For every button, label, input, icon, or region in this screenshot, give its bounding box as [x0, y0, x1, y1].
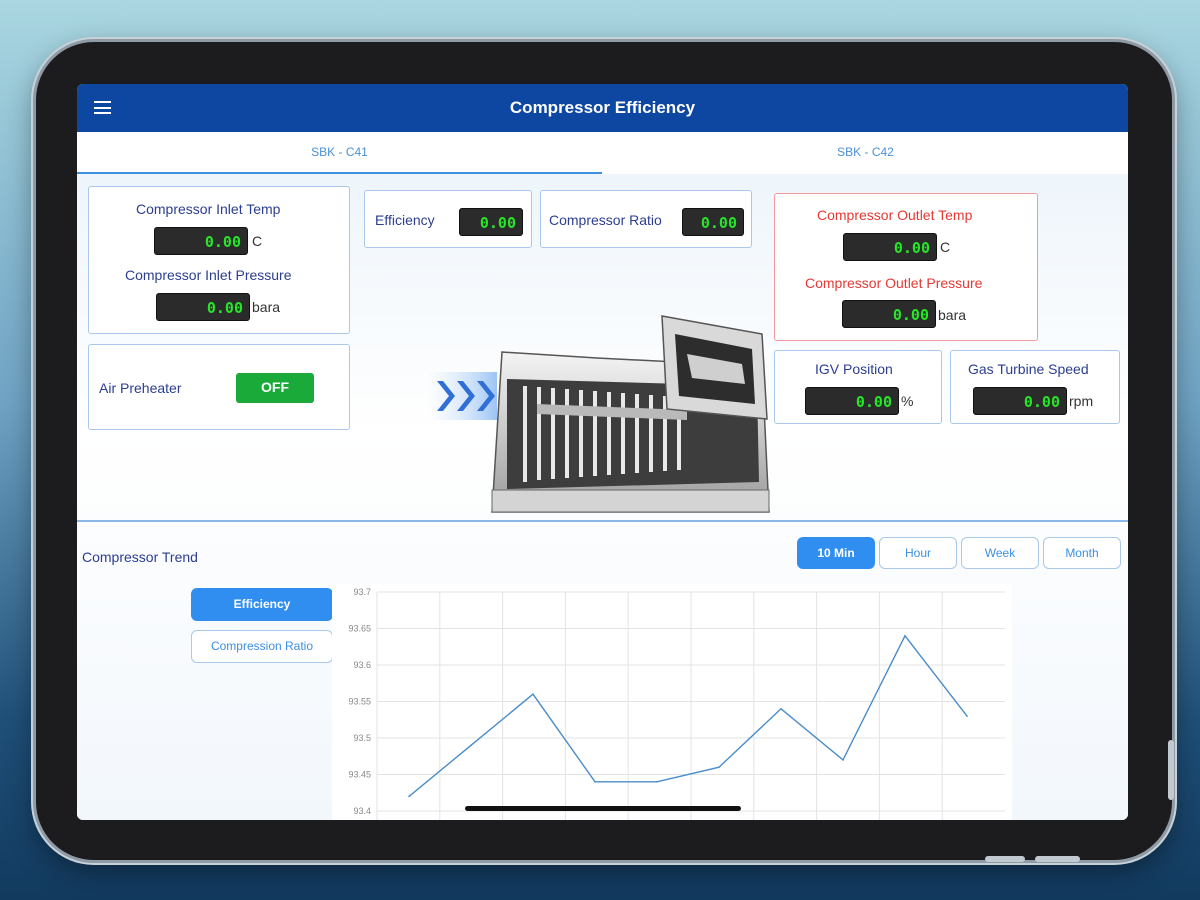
efficiency-readout: 0.00 [459, 208, 523, 236]
efficiency-data-point [718, 766, 720, 768]
igv-position-panel: IGV Position 0.00 % [774, 350, 942, 424]
y-tick-label: 93.6 [353, 660, 371, 670]
efficiency-data-point [966, 715, 968, 717]
efficiency-data-point [842, 759, 844, 761]
section-divider [77, 520, 1128, 522]
efficiency-label: Efficiency [375, 212, 435, 228]
outlet-temp-unit: C [940, 239, 951, 255]
efficiency-data-point [408, 795, 410, 798]
range-10-min-button[interactable]: 10 Min [797, 537, 875, 569]
range-hour-button[interactable]: Hour [879, 537, 957, 569]
compressor-ratio-panel: Compressor Ratio 0.00 [540, 190, 752, 248]
inlet-panel: Compressor Inlet Temp 0.00 C Compressor … [88, 186, 350, 334]
efficiency-data-point [594, 781, 596, 783]
trend-chart: 93.393.3593.493.4593.593.5593.693.6593.7… [332, 584, 1012, 820]
series-efficiency-button[interactable]: Efficiency [191, 588, 333, 621]
home-indicator[interactable] [465, 806, 741, 811]
tab-sbk-c42[interactable]: SBK - C42 [603, 132, 1128, 174]
gas-turbine-speed-panel: Gas Turbine Speed 0.00 rpm [950, 350, 1120, 424]
outlet-temp-readout: 0.00 [843, 233, 937, 261]
outlet-pressure-label: Compressor Outlet Pressure [805, 275, 983, 291]
inlet-pressure-unit: bara [252, 299, 281, 315]
inlet-pressure-readout: 0.00 [156, 293, 250, 321]
igv-position-readout: 0.00 [805, 387, 899, 415]
tablet-bottom-button [985, 856, 1025, 862]
gas-turbine-speed-unit: rpm [1069, 393, 1094, 409]
unit-tabs: SBK - C41 SBK - C42 [77, 132, 1128, 174]
efficiency-data-point [780, 708, 782, 710]
y-tick-label: 93.65 [348, 624, 371, 634]
inlet-temp-readout: 0.00 [154, 227, 248, 255]
inlet-temp-label: Compressor Inlet Temp [136, 201, 281, 217]
air-preheater-label: Air Preheater [99, 380, 182, 396]
compressor-illustration [357, 254, 846, 519]
compressor-ratio-label: Compressor Ratio [549, 212, 662, 228]
igv-position-unit: % [901, 393, 914, 409]
app-bar: Compressor Efficiency [77, 84, 1128, 132]
igv-position-label: IGV Position [815, 361, 893, 377]
outlet-temp-label: Compressor Outlet Temp [817, 207, 973, 223]
tablet-volume-button [1168, 740, 1174, 800]
main-content: Compressor Inlet Temp 0.00 C Compressor … [77, 174, 1128, 820]
app-screen: Compressor Efficiency SBK - C41 SBK - C4… [77, 84, 1128, 820]
efficiency-data-point [532, 693, 534, 695]
tablet-bottom-button-2 [1035, 856, 1080, 862]
outlet-pressure-readout: 0.00 [842, 300, 936, 328]
y-tick-label: 93.4 [353, 806, 371, 816]
inlet-pressure-label: Compressor Inlet Pressure [125, 267, 292, 283]
range-week-button[interactable]: Week [961, 537, 1039, 569]
gas-turbine-speed-label: Gas Turbine Speed [968, 361, 1089, 377]
air-preheater-panel: Air Preheater OFF [88, 344, 350, 430]
efficiency-series-line [408, 634, 968, 797]
series-compression-ratio-button[interactable]: Compression Ratio [191, 630, 333, 663]
inlet-temp-unit: C [252, 233, 263, 249]
compressor-ratio-readout: 0.00 [682, 208, 744, 236]
y-tick-label: 93.7 [353, 587, 371, 597]
efficiency-panel: Efficiency 0.00 [364, 190, 532, 248]
air-preheater-toggle[interactable]: OFF [236, 373, 314, 403]
trend-title: Compressor Trend [82, 549, 198, 565]
efficiency-data-point [656, 781, 658, 783]
y-tick-label: 93.5 [353, 733, 371, 743]
range-month-button[interactable]: Month [1043, 537, 1121, 569]
efficiency-data-point [904, 635, 906, 637]
gas-turbine-speed-readout: 0.00 [973, 387, 1067, 415]
outlet-panel: Compressor Outlet Temp 0.00 C Compressor… [774, 193, 1038, 341]
outlet-pressure-unit: bara [938, 307, 967, 323]
y-tick-label: 93.45 [348, 770, 371, 780]
trend-chart-svg: 93.393.3593.493.4593.593.5593.693.6593.7… [348, 587, 1005, 820]
hamburger-menu-icon[interactable] [94, 101, 111, 114]
efficiency-data-point [470, 744, 472, 747]
page-title: Compressor Efficiency [509, 98, 696, 117]
tab-sbk-c41[interactable]: SBK - C41 [77, 132, 602, 174]
y-tick-label: 93.55 [348, 697, 371, 707]
